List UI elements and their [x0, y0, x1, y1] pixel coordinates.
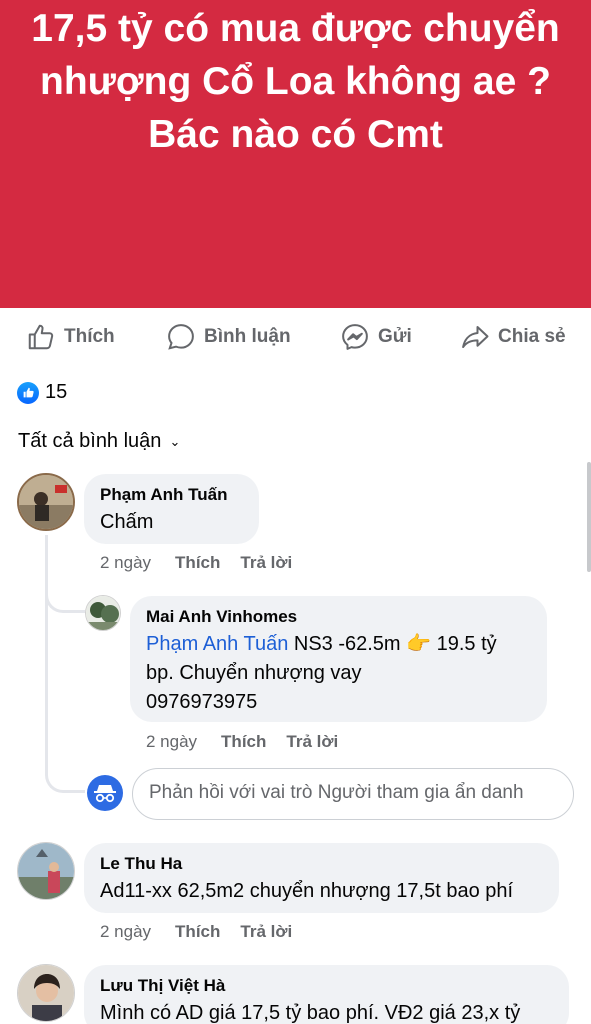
reply-reply-button[interactable]: Trả lời [286, 732, 338, 752]
reply-text-line3: 0976973975 [146, 691, 258, 713]
send-button[interactable]: Gửi [340, 322, 412, 352]
reaction-count: 15 [45, 381, 68, 403]
comment-label: Bình luận [204, 326, 291, 347]
reply-bubble: Mai Anh Vinhomes Phạm Anh Tuấn NS3 -62.5… [130, 596, 547, 722]
comment-time[interactable]: 2 ngày [100, 553, 151, 573]
comment-author[interactable]: Lưu Thị Việt Hà [100, 975, 553, 997]
like-icon [17, 381, 39, 404]
comment-bubble: Phạm Anh Tuấn Chấm [84, 474, 259, 544]
comment-like-button[interactable]: Thích [175, 553, 220, 573]
comment-text: Ad11-xx 62,5m2 chuyển nhượng 17,5t bao p… [100, 880, 514, 902]
thumbs-up-icon [28, 324, 54, 350]
post-banner: 17,5 tỷ có mua được chuyển nhượng Cổ Loa… [0, 0, 591, 308]
comment-time[interactable]: 2 ngày [100, 922, 151, 942]
share-arrow-icon [462, 326, 489, 348]
comment-like-button[interactable]: Thích [175, 922, 220, 942]
reply-meta: 2 ngày Thích Trả lời [146, 732, 358, 752]
reply-text-line2: bp. Chuyển nhượng vay [146, 662, 362, 684]
reply-author[interactable]: Mai Anh Vinhomes [146, 606, 531, 628]
reaction-summary[interactable]: 15 [17, 381, 67, 404]
share-button[interactable]: Chia sẻ [460, 322, 566, 352]
messenger-icon [342, 324, 368, 350]
comment-author[interactable]: Phạm Anh Tuấn [100, 484, 243, 506]
mention-link[interactable]: Phạm Anh Tuấn [146, 633, 288, 655]
like-button[interactable]: Thích [26, 322, 115, 352]
comment-text: Mình có AD giá 17,5 tỷ bao phí. VĐ2 giá … [100, 1002, 521, 1024]
comment-meta: 2 ngày Thích Trả lời [100, 553, 312, 573]
avatar[interactable] [17, 842, 75, 900]
reply-text: Phạm Anh Tuấn NS3 -62.5m 👉 19.5 tỷ bp. C… [146, 630, 531, 717]
comment-author[interactable]: Le Thu Ha [100, 853, 543, 875]
avatar[interactable] [85, 595, 121, 631]
reply-like-button[interactable]: Thích [221, 732, 266, 752]
avatar[interactable] [17, 964, 75, 1022]
send-label: Gửi [378, 326, 412, 347]
thread-connector-reply [45, 535, 85, 613]
comment-text: Chấm [100, 511, 154, 533]
like-label: Thích [64, 326, 115, 347]
comment-bubble: Lưu Thị Việt Hà Mình có AD giá 17,5 tỷ b… [84, 965, 569, 1024]
comment-sort-dropdown[interactable]: Tất cả bình luận ⌄ [18, 430, 180, 453]
anonymous-icon [87, 775, 123, 811]
avatar[interactable] [17, 473, 75, 531]
comment-reply-button[interactable]: Trả lời [240, 553, 292, 573]
comment-bubble-icon [168, 324, 194, 350]
comment-meta: 2 ngày Thích Trả lời [100, 922, 312, 942]
share-label: Chia sẻ [498, 326, 566, 347]
comment-reply-button[interactable]: Trả lời [240, 922, 292, 942]
comment-bubble: Le Thu Ha Ad11-xx 62,5m2 chuyển nhượng 1… [84, 843, 559, 913]
reply-text-line1: NS3 -62.5m 👉 19.5 tỷ [288, 633, 497, 655]
comment-button[interactable]: Bình luận [166, 322, 291, 352]
post-text: 17,5 tỷ có mua được chuyển nhượng Cổ Loa… [31, 7, 560, 156]
reply-time[interactable]: 2 ngày [146, 732, 197, 752]
chevron-down-icon: ⌄ [169, 433, 181, 449]
anonymous-reply-input[interactable]: Phản hồi với vai trò Người tham gia ẩn d… [132, 768, 574, 820]
sort-label: Tất cả bình luận [18, 430, 162, 452]
post-action-bar: Thích Bình luận Gửi Chia sẻ [0, 308, 591, 366]
scrollbar[interactable] [587, 462, 591, 572]
